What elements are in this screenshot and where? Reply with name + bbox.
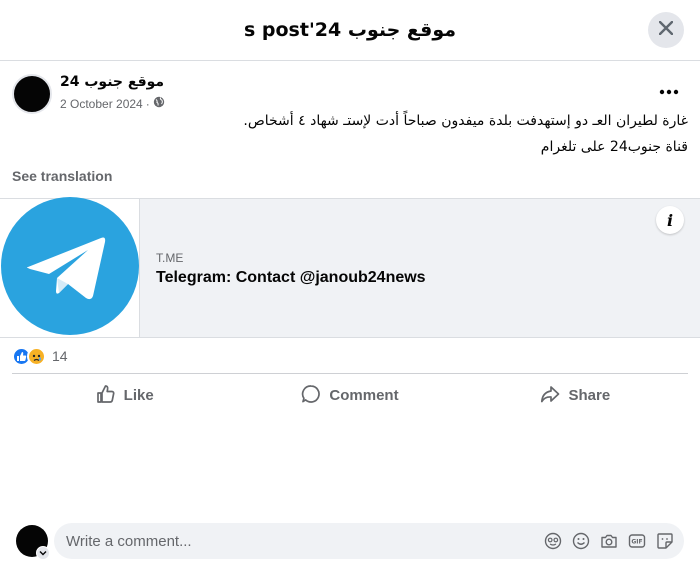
- info-icon: i: [666, 210, 674, 230]
- comment-button[interactable]: Comment: [237, 374, 462, 417]
- like-icon: [96, 384, 116, 408]
- post-text-line-2: قناة جنوب24 على تلغرام: [540, 139, 688, 155]
- close-icon: [658, 20, 674, 40]
- like-button[interactable]: Like: [12, 374, 237, 417]
- comment-tools: GIF: [544, 532, 684, 550]
- close-button[interactable]: [648, 12, 684, 48]
- more-options-button[interactable]: [654, 76, 684, 106]
- comment-composer: GIF: [16, 522, 688, 562]
- avatar-sticker-icon[interactable]: [544, 532, 562, 550]
- dialog-title: موقع جنوب 24's post: [243, 19, 457, 41]
- comment-label: Comment: [329, 387, 399, 404]
- link-thumbnail[interactable]: [0, 196, 140, 340]
- more-horizontal-icon: [659, 82, 679, 100]
- share-label: Share: [568, 387, 611, 404]
- post-action-bar: Like Comment Share: [12, 373, 688, 417]
- link-title[interactable]: Telegram: Contact @janoub24news: [156, 269, 426, 287]
- share-icon: [540, 384, 560, 408]
- author-avatar[interactable]: [12, 74, 52, 114]
- post-body: غارة لطيران العـ دو إستهدفت بلدة ميفدون …: [88, 108, 688, 160]
- comment-icon: [301, 384, 321, 408]
- share-button[interactable]: Share: [463, 374, 688, 417]
- comment-box[interactable]: GIF: [54, 523, 684, 559]
- gif-icon[interactable]: GIF: [628, 532, 646, 550]
- like-label: Like: [123, 387, 154, 404]
- reaction-count[interactable]: 14: [52, 348, 68, 364]
- telegram-logo-icon: [0, 196, 140, 340]
- reactions-summary[interactable]: 14: [12, 344, 68, 368]
- emoji-icon[interactable]: [572, 532, 590, 550]
- info-button[interactable]: i: [656, 206, 684, 234]
- sticker-icon[interactable]: [656, 532, 674, 550]
- see-translation-link[interactable]: See translation: [12, 168, 112, 184]
- post-text-line-1: غارة لطيران العـ دو إستهدفت بلدة ميفدون …: [243, 113, 688, 129]
- comment-input[interactable]: [66, 532, 544, 550]
- author-name[interactable]: موقع جنوب 24: [60, 74, 164, 90]
- svg-text:GIF: GIF: [631, 539, 642, 546]
- sad-reaction-icon: [27, 346, 46, 366]
- dialog-header: موقع جنوب 24's post: [0, 0, 700, 61]
- link-preview-card[interactable]: T.ME Telegram: Contact @janoub24news i: [0, 196, 700, 340]
- link-domain: T.ME: [156, 251, 184, 265]
- camera-icon[interactable]: [600, 532, 618, 550]
- chevron-down-icon[interactable]: [36, 546, 50, 560]
